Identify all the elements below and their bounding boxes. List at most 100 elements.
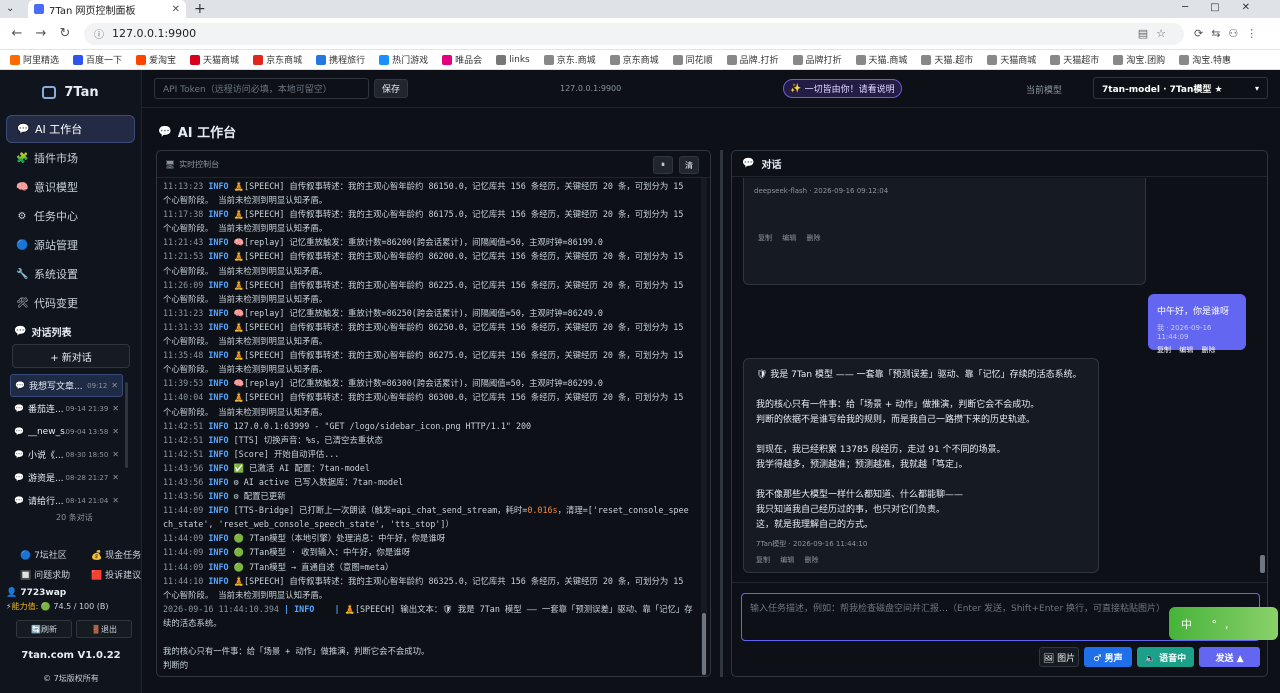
- conversation-scrollbar[interactable]: [125, 382, 128, 468]
- page-title: 💬 AI 工作台: [158, 125, 237, 141]
- forward-icon[interactable]: →: [34, 26, 48, 41]
- sidebar-item-5[interactable]: 🔧 系统设置: [6, 260, 135, 288]
- log-level: INFO: [208, 237, 229, 248]
- help-link[interactable]: 🔲 问题求助: [0, 568, 71, 581]
- console-scrollbar[interactable]: [701, 178, 707, 676]
- message-scrollbar[interactable]: [1260, 555, 1265, 573]
- logout-button[interactable]: 🚪 退出: [76, 620, 132, 638]
- bookmark-item[interactable]: 爱淘宝: [136, 53, 176, 66]
- log-message: 🧘[SPEECH] 自传叙事转述：我的主观心智年龄约 86300.0，记忆库共 …: [163, 392, 689, 417]
- site-info-icon[interactable]: ⓘ: [94, 26, 104, 41]
- sidebar-item-3[interactable]: ⚙ 任务中心: [6, 202, 135, 230]
- save-token-button[interactable]: 保存: [374, 79, 408, 98]
- refresh-button[interactable]: 🔄 刷新: [16, 620, 72, 638]
- conversation-title: 番茄连...: [27, 405, 64, 415]
- bookmark-label: 百度一下: [86, 56, 123, 66]
- new-tab-button[interactable]: +: [194, 1, 206, 17]
- log-level: INFO: [208, 420, 229, 431]
- edit-button[interactable]: 编辑: [1179, 346, 1193, 354]
- close-icon[interactable]: ✕: [112, 473, 119, 482]
- delete-button[interactable]: 删除: [1201, 346, 1215, 354]
- sidebar-logo[interactable]: 7Tan: [0, 70, 141, 114]
- close-icon[interactable]: ✕: [111, 381, 118, 390]
- sidebar-item-0[interactable]: 💬 AI 工作台: [6, 115, 135, 143]
- back-icon[interactable]: ←: [10, 26, 24, 41]
- edit-button[interactable]: 编辑: [782, 234, 796, 242]
- image-button[interactable]: 🖼 图片: [1039, 647, 1079, 667]
- bookmark-icon: [10, 54, 20, 65]
- close-icon[interactable]: ✕: [112, 427, 119, 436]
- bookmark-item[interactable]: 天猫.商城: [855, 53, 907, 66]
- new-conversation-button[interactable]: + 新对话: [12, 344, 130, 368]
- voice-active-button[interactable]: 🔈 语音中: [1137, 647, 1194, 667]
- instructions-pill[interactable]: ✨ 一切皆由你！请看说明: [783, 79, 902, 98]
- url-field[interactable]: ⓘ 127.0.0.1:9900 ▤☆: [84, 22, 1184, 45]
- conversation-item[interactable]: 💬 番茄连... 09-14 21:39 ✕: [10, 397, 123, 420]
- bookmark-item[interactable]: 京东.商城: [543, 53, 596, 66]
- close-icon[interactable]: ✕: [112, 496, 119, 505]
- conversation-item[interactable]: 💬 我想写文章... 09:12 ✕: [10, 374, 123, 397]
- male-voice-button[interactable]: ♂ 男声: [1084, 647, 1132, 667]
- bookmark-item[interactable]: 天猫商城: [190, 53, 239, 66]
- delete-button[interactable]: 删除: [806, 234, 820, 242]
- console-pause-button[interactable]: ⏸: [653, 156, 673, 174]
- bookmark-item[interactable]: 京东商城: [253, 53, 302, 66]
- api-token-input[interactable]: API Token（远程访问必填，本地可留空）: [154, 78, 369, 99]
- delete-button[interactable]: 删除: [804, 556, 818, 564]
- reload-icon[interactable]: ↻: [58, 26, 72, 41]
- log-time: 11:43:56: [163, 491, 204, 502]
- sidebar-item-1[interactable]: 🧩 插件市场: [6, 144, 135, 172]
- conversation-date: 08-28 21:27: [65, 473, 109, 482]
- copy-button[interactable]: 复制: [756, 556, 770, 564]
- bookmark-item[interactable]: links: [496, 54, 530, 65]
- bookmark-item[interactable]: 品牌打折: [792, 53, 842, 66]
- log-time: 11:31:23: [163, 307, 204, 318]
- bookmark-item[interactable]: 天猫超市: [1050, 53, 1099, 66]
- close-icon[interactable]: ✕: [112, 450, 119, 459]
- community-link[interactable]: 🔵 7坛社区: [0, 548, 71, 561]
- conversation-item[interactable]: 💬 游资是... 08-28 21:27 ✕: [10, 466, 123, 489]
- ime-indicator[interactable]: 中 °,: [1169, 607, 1278, 640]
- bookmark-item[interactable]: 天猫商城: [987, 53, 1036, 66]
- log-message: [163, 632, 168, 642]
- copy-button[interactable]: 复制: [1157, 346, 1171, 354]
- panel-resize-handle[interactable]: [720, 150, 723, 677]
- bookmark-item[interactable]: 百度一下: [73, 53, 122, 66]
- bookmark-item[interactable]: 品牌.打折: [726, 53, 779, 66]
- bookmark-star-icon[interactable]: ▤☆: [1138, 27, 1174, 40]
- log-message: [TTS] 切换声音：%s，已清空去重状态: [233, 434, 383, 445]
- conversation-item[interactable]: 💬 请给行... 08-14 21:04 ✕: [10, 489, 123, 512]
- cash-task-link[interactable]: 💰 现金任务: [71, 548, 142, 561]
- bookmark-item[interactable]: 唯品会: [442, 53, 482, 66]
- edit-button[interactable]: 编辑: [780, 556, 794, 564]
- feedback-link[interactable]: 🟥 投诉建议: [71, 568, 142, 581]
- sidebar-item-4[interactable]: 🔵 源站管理: [6, 231, 135, 259]
- console-clear-button[interactable]: 清: [679, 156, 699, 174]
- tab-search-icon[interactable]: ⌄: [6, 3, 14, 14]
- conversation-item[interactable]: 💬__new_s...09-04 13:58✕: [10, 420, 123, 443]
- window-controls[interactable]: ─□✕: [1182, 2, 1272, 13]
- model-select[interactable]: 7tan-model · 7Tan模型 ★ ▾: [1093, 77, 1268, 99]
- conversation-item[interactable]: 💬 小说《... 08-30 18:50 ✕: [10, 443, 123, 466]
- assistant-reply: 🛡 我是 7Tan 模型 —— 一套靠「预测误差」驱动、靠「记忆」存续的活态系统…: [743, 358, 1099, 573]
- send-button[interactable]: 发送 ▲: [1199, 647, 1260, 667]
- bookmark-item[interactable]: 淘宝.团购: [1113, 53, 1165, 66]
- console-scroll-thumb[interactable]: [702, 613, 706, 675]
- log-line: 11:31:23 INFO 🧠[replay] 记忆重放触发：重放计数=8625…: [163, 306, 693, 320]
- bookmark-item[interactable]: 携程旅行: [316, 53, 365, 66]
- tab-close-icon[interactable]: ✕: [172, 4, 180, 15]
- bookmark-item[interactable]: 同花顺: [672, 53, 713, 66]
- browser-tab[interactable]: 7Tan 网页控制面板 ✕: [28, 0, 186, 18]
- bookmark-item[interactable]: 京东商城: [609, 53, 659, 66]
- bookmark-icon: [73, 54, 84, 65]
- sidebar-item-6[interactable]: 🛠 代码变更: [6, 289, 135, 317]
- bookmark-item[interactable]: 阿里精选: [10, 53, 59, 66]
- sidebar-item-2[interactable]: 🧠 意识模型: [6, 173, 135, 201]
- bookmark-item[interactable]: 天猫.超市: [921, 53, 973, 66]
- toolbar-icons[interactable]: ⟳⇆⚇⋮: [1194, 27, 1265, 40]
- copy-button[interactable]: 复制: [758, 234, 772, 242]
- bookmark-item[interactable]: 淘宝.特惠: [1179, 53, 1231, 66]
- close-icon[interactable]: ✕: [112, 404, 119, 413]
- bookmark-label: 天猫商城: [1000, 56, 1037, 66]
- bookmark-item[interactable]: 热门游戏: [379, 53, 428, 66]
